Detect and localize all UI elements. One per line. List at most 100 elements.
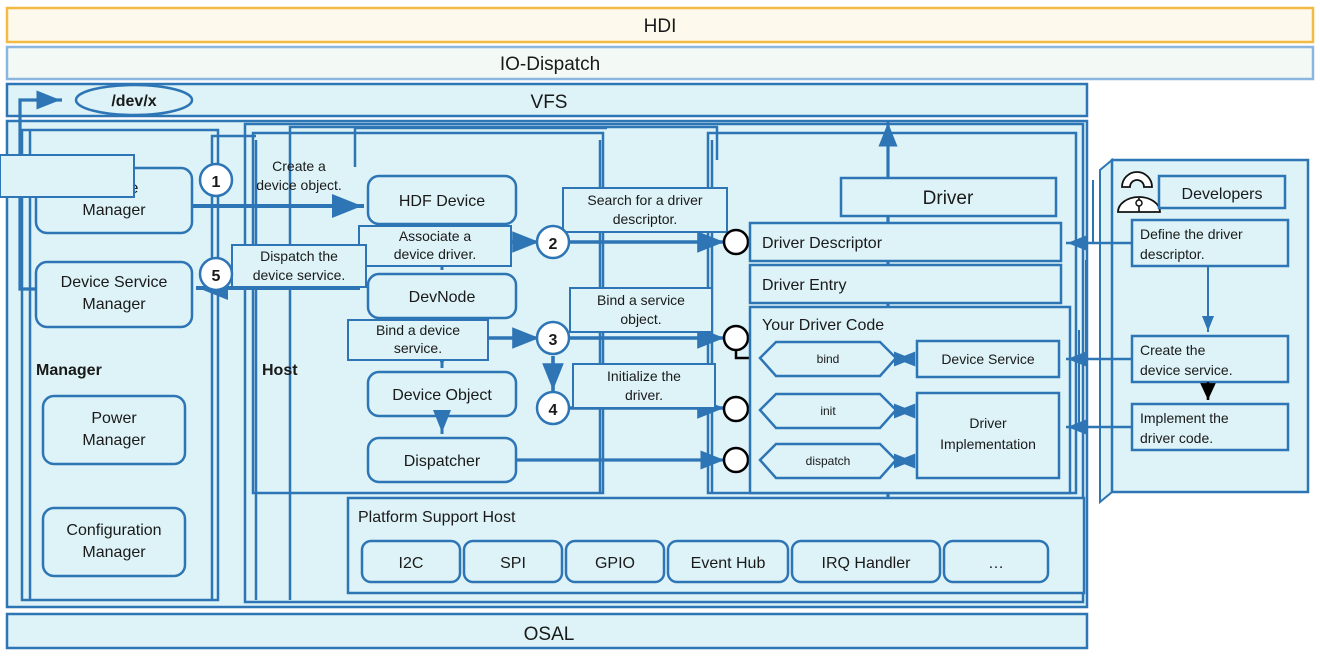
developer-task-0-line1: Define the driver	[1140, 226, 1243, 242]
driver-implementation-label-line2: Implementation	[940, 436, 1036, 452]
associate-label-line2: device driver.	[394, 246, 476, 262]
host-title: Host	[262, 362, 298, 379]
step-4-badge: 4	[535, 390, 571, 426]
power-manager-label-line1: Power	[91, 410, 137, 427]
dispatcher-label: Dispatcher	[404, 453, 481, 470]
configuration-manager-label-line1: Configuration	[66, 522, 161, 539]
hook-bind-label: bind	[817, 352, 840, 366]
step-3-label-line1: Bind a service	[597, 292, 685, 308]
device-manager-label-line2: Manager	[82, 202, 146, 219]
step-3-label-line2: object.	[620, 311, 661, 327]
power-manager-box[interactable]: Power Manager	[41, 394, 187, 466]
vfs-label: VFS	[531, 92, 568, 113]
dev-x-label: /dev/x	[111, 93, 156, 110]
driver-title-box: Driver	[839, 176, 1058, 218]
io-dispatch-label: IO-Dispatch	[500, 54, 600, 75]
developer-task-2-line1: Implement the	[1140, 410, 1229, 426]
configuration-manager-label-line2: Manager	[82, 544, 146, 561]
device-service-manager-box[interactable]: Device Service Manager	[34, 260, 194, 329]
step-1-label-line1: Create a	[272, 158, 326, 174]
driver-implementation-box[interactable]: Driver Implementation	[915, 391, 1061, 480]
hook-init-hexagon[interactable]: init	[758, 392, 898, 430]
platform-module-more[interactable]: …	[942, 539, 1050, 584]
hook-bind-hexagon[interactable]: bind	[758, 340, 898, 378]
step-5-badge: 5	[198, 256, 234, 292]
step-4-label-line1: Initialize the	[607, 368, 681, 384]
step-2-label-line2: descriptor.	[613, 211, 678, 227]
step-3-number: 3	[549, 332, 558, 349]
hook-init-label: init	[820, 404, 836, 418]
step-3-label-box: Bind a service object.	[569, 287, 713, 333]
driver-title: Driver	[923, 188, 974, 209]
developers-title-box: Developers	[1157, 174, 1287, 210]
device-service-manager-label-line2: Manager	[82, 296, 146, 313]
developer-task-2-line2: driver code.	[1140, 430, 1213, 446]
hdi-label: HDI	[644, 16, 677, 37]
layer-io-dispatch	[5, 45, 1315, 81]
driver-descriptor-box[interactable]: Driver Descriptor	[748, 221, 1063, 263]
developer-task-1-line1: Create the	[1140, 342, 1206, 358]
platform-module-spi-label: SPI	[500, 555, 526, 572]
hook-dispatch-label: dispatch	[806, 454, 851, 468]
step-1-number: 1	[212, 174, 221, 191]
driver-implementation-label-line1: Driver	[969, 415, 1007, 431]
hdf-device-box[interactable]: HDF Device	[366, 174, 518, 226]
bind-device-label-line2: service.	[394, 340, 442, 356]
step-4-number: 4	[549, 402, 558, 419]
device-service-box[interactable]: Device Service	[915, 339, 1061, 379]
step-5-label-line2: device service.	[253, 267, 346, 283]
manager-title: Manager	[36, 362, 102, 379]
developers-title: Developers	[1182, 186, 1263, 203]
platform-module-more-label: …	[988, 555, 1004, 572]
your-driver-code-label: Your Driver Code	[762, 317, 884, 334]
power-manager-label-line2: Manager	[82, 432, 146, 449]
associate-device-driver-label-box: Associate a device driver.	[358, 225, 512, 267]
developer-task-create-service[interactable]: Create the device service.	[1130, 334, 1290, 384]
diagram-canvas: Device Manager Device Service Manager Ma…	[0, 0, 1320, 670]
step-5-number: 5	[212, 268, 221, 285]
step-2-badge: 2	[535, 224, 571, 260]
step-1-label-line2: device object.	[256, 177, 342, 193]
devnode-label: DevNode	[409, 289, 476, 306]
developer-task-0-line2: descriptor.	[1140, 246, 1205, 262]
platform-module-i2c[interactable]: I2C	[360, 539, 462, 584]
step-1-badge: 1	[198, 162, 234, 198]
platform-module-i2c-label: I2C	[399, 555, 424, 572]
driver-entry-box[interactable]: Driver Entry	[748, 263, 1063, 305]
device-object-label: Device Object	[392, 387, 492, 404]
platform-module-irq-handler-label: IRQ Handler	[822, 555, 912, 572]
dev-x-node[interactable]: /dev/x	[74, 83, 194, 117]
platform-support-host-title: Platform Support Host	[358, 509, 516, 526]
associate-label-line1: Associate a	[399, 228, 472, 244]
driver-descriptor-label: Driver Descriptor	[762, 235, 883, 252]
device-object-box[interactable]: Device Object	[366, 370, 518, 418]
step-2-number: 2	[549, 236, 558, 253]
hook-dispatch-hexagon[interactable]: dispatch	[758, 442, 898, 480]
bind-device-service-label-box: Bind a device service.	[347, 319, 489, 361]
platform-module-gpio[interactable]: GPIO	[564, 539, 666, 584]
step-2-label-line1: Search for a driver	[587, 192, 702, 208]
step-4-label-line2: driver.	[625, 387, 663, 403]
platform-module-irq-handler[interactable]: IRQ Handler	[790, 539, 942, 584]
osal-label: OSAL	[524, 624, 575, 645]
device-service-label: Device Service	[941, 351, 1035, 367]
platform-module-spi[interactable]: SPI	[462, 539, 564, 584]
configuration-manager-box[interactable]: Configuration Manager	[41, 506, 187, 578]
bind-device-label-line1: Bind a device	[376, 322, 460, 338]
platform-module-gpio-label: GPIO	[595, 555, 635, 572]
platform-module-event-hub-label: Event Hub	[691, 555, 766, 572]
devnode-box[interactable]: DevNode	[366, 272, 518, 320]
developer-task-implement-code[interactable]: Implement the driver code.	[1130, 402, 1290, 452]
platform-module-event-hub[interactable]: Event Hub	[666, 539, 790, 584]
device-service-manager-label-line1: Device Service	[61, 274, 168, 291]
hdf-device-label: HDF Device	[399, 193, 485, 210]
step-5-label-box: Dispatch the device service.	[231, 244, 367, 288]
dispatcher-box[interactable]: Dispatcher	[366, 436, 518, 484]
developer-task-1-line2: device service.	[1140, 362, 1233, 378]
step-5-label-line1: Dispatch the	[260, 248, 338, 264]
step-2-label-box: Search for a driver descriptor.	[562, 187, 728, 233]
step-3-badge: 3	[535, 320, 571, 356]
step-4-label-box: Initialize the driver.	[572, 363, 716, 409]
driver-entry-label: Driver Entry	[762, 277, 846, 294]
developer-task-define-descriptor[interactable]: Define the driver descriptor.	[1130, 218, 1290, 268]
